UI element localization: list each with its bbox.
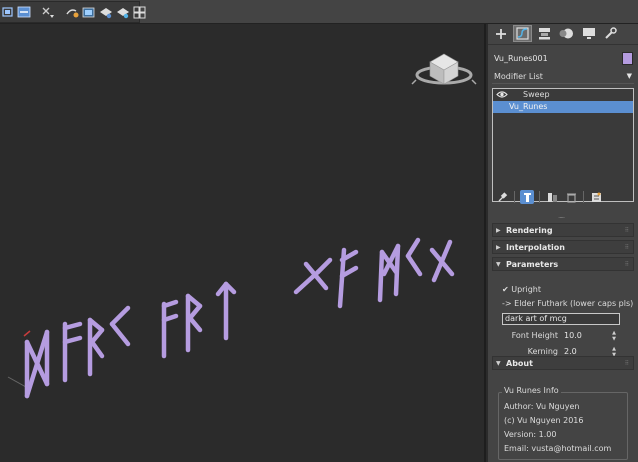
main-toolbar xyxy=(0,0,638,24)
render-setup-icon[interactable] xyxy=(65,5,79,20)
stack-item-sweep[interactable]: Sweep xyxy=(493,89,633,101)
viewport-canvas xyxy=(7,53,477,399)
expanded-arrow-icon: ▼ xyxy=(496,360,501,367)
rune-glyph-o xyxy=(293,257,333,295)
about-section: ▼ About ⠿ Vu Runes Info Author: Vu Nguye… xyxy=(492,356,634,460)
info-group-title: Vu Runes Info xyxy=(502,386,561,396)
perspective-viewport[interactable] xyxy=(0,24,486,462)
rune-text-input[interactable]: dark art of mcg xyxy=(502,313,620,325)
toolbar-separator xyxy=(583,191,584,203)
rune-glyph-t xyxy=(215,281,237,341)
upright-label: Upright xyxy=(511,285,541,294)
align-icon[interactable] xyxy=(17,5,31,20)
toolbar-separator xyxy=(514,191,515,203)
snaps-toggle-icon[interactable] xyxy=(2,5,14,20)
author-text: Author: Vu Nguyen xyxy=(504,402,580,411)
modifier-stack[interactable]: Sweep Vu_Runes xyxy=(492,88,634,202)
grip-dots-icon: ⠿ xyxy=(624,261,629,268)
rendered-frame-icon[interactable] xyxy=(82,5,96,20)
grip-dots-icon: ⠿ xyxy=(624,227,629,234)
rune-glyph-g xyxy=(429,239,455,283)
rollout-title: Interpolation xyxy=(506,243,565,252)
render-cloud-icon[interactable] xyxy=(133,5,146,20)
pin-stack-icon[interactable] xyxy=(495,190,509,204)
upright-checkbox[interactable]: ✔ Upright xyxy=(502,285,541,295)
email-text: Email: vusta@hotmail.com xyxy=(504,444,612,453)
font-height-field[interactable]: 10.0 xyxy=(562,330,612,342)
grip-dots-icon: ⠿ xyxy=(624,244,629,251)
show-end-result-icon[interactable] xyxy=(520,190,534,204)
command-panel: Vu_Runes001 Modifier List ▼ Sweep Vu_Run… xyxy=(488,24,638,462)
rollout-title: Parameters xyxy=(506,260,559,269)
collapsed-arrow-icon: ▶ xyxy=(496,244,501,251)
rune-glyph-a xyxy=(161,299,179,359)
rollout-title: About xyxy=(506,359,533,368)
expanded-arrow-icon: ▼ xyxy=(496,261,501,268)
copyright-text: (c) Vu Nguyen 2016 xyxy=(504,416,584,425)
render-production-icon[interactable] xyxy=(99,5,113,20)
axis-gizmo-icon xyxy=(7,376,27,396)
rollout-interpolation[interactable]: ▶ Interpolation ⠿ xyxy=(492,240,634,254)
pivot-marker xyxy=(23,330,31,337)
modifier-list-dropdown[interactable]: Modifier List ▼ xyxy=(492,69,634,84)
rune-glyph-r xyxy=(87,317,105,377)
viewcube-icon[interactable] xyxy=(411,53,477,85)
stack-toolbar xyxy=(492,189,634,205)
rune-glyph-c xyxy=(405,237,423,277)
render-iterative-icon[interactable] xyxy=(116,5,130,20)
create-tab-icon[interactable] xyxy=(491,25,510,42)
command-panel-tabs xyxy=(488,24,638,43)
collapsed-arrow-icon: ▶ xyxy=(496,227,501,234)
toolbar-group xyxy=(0,1,146,23)
toolbar-separator xyxy=(539,191,540,203)
rollout-title: Rendering xyxy=(506,226,553,235)
modify-tab-icon[interactable] xyxy=(513,25,532,42)
spinner-arrows-icon[interactable]: ▲ ▼ xyxy=(610,330,618,342)
object-name-field[interactable]: Vu_Runes001 xyxy=(492,51,618,67)
rune-glyph-f xyxy=(337,247,359,309)
grip-dots-icon: ⠿ xyxy=(624,360,629,367)
dropdown-arrow-icon: ▼ xyxy=(626,72,632,80)
rollout-parameters[interactable]: ▼ Parameters ⠿ xyxy=(492,257,634,271)
stack-item-label: Sweep xyxy=(523,90,550,99)
rollout-about[interactable]: ▼ About ⠿ xyxy=(492,356,634,370)
rune-glyph-r xyxy=(185,293,203,353)
utilities-tab-icon[interactable] xyxy=(601,25,620,42)
object-color-swatch[interactable] xyxy=(622,52,633,65)
display-tab-icon[interactable] xyxy=(579,25,598,42)
stack-item-vu-runes[interactable]: Vu_Runes xyxy=(493,101,633,113)
configure-modifier-sets-icon[interactable] xyxy=(589,190,603,204)
named-selection-icon[interactable] xyxy=(41,5,55,20)
font-height-label: Font Height xyxy=(511,331,558,340)
rune-glyph-d xyxy=(24,329,50,399)
stack-item-label: Vu_Runes xyxy=(509,102,548,111)
hierarchy-tab-icon[interactable] xyxy=(535,25,554,42)
checkmark-icon: ✔ xyxy=(502,285,509,294)
remove-modifier-icon[interactable] xyxy=(564,190,578,204)
rune-glyph-m xyxy=(377,243,401,303)
modifier-list-label: Modifier List xyxy=(494,72,543,81)
motion-tab-icon[interactable] xyxy=(557,25,576,42)
version-text: Version: 1.00 xyxy=(504,430,557,439)
elder-futhark-button[interactable]: -> Elder Futhark (lower caps pls) xyxy=(502,299,633,309)
panel-resize-grip[interactable]: ..... xyxy=(558,212,565,220)
font-height-spinner: Font Height 10.0 ▲ ▼ xyxy=(492,330,634,342)
rune-glyph-k xyxy=(109,305,131,347)
rune-sweep-object[interactable] xyxy=(24,237,455,399)
make-unique-icon[interactable] xyxy=(545,190,559,204)
panel-separator xyxy=(488,44,638,45)
rune-glyph-a xyxy=(62,321,83,383)
rollout-rendering[interactable]: ▶ Rendering ⠿ xyxy=(492,223,634,237)
